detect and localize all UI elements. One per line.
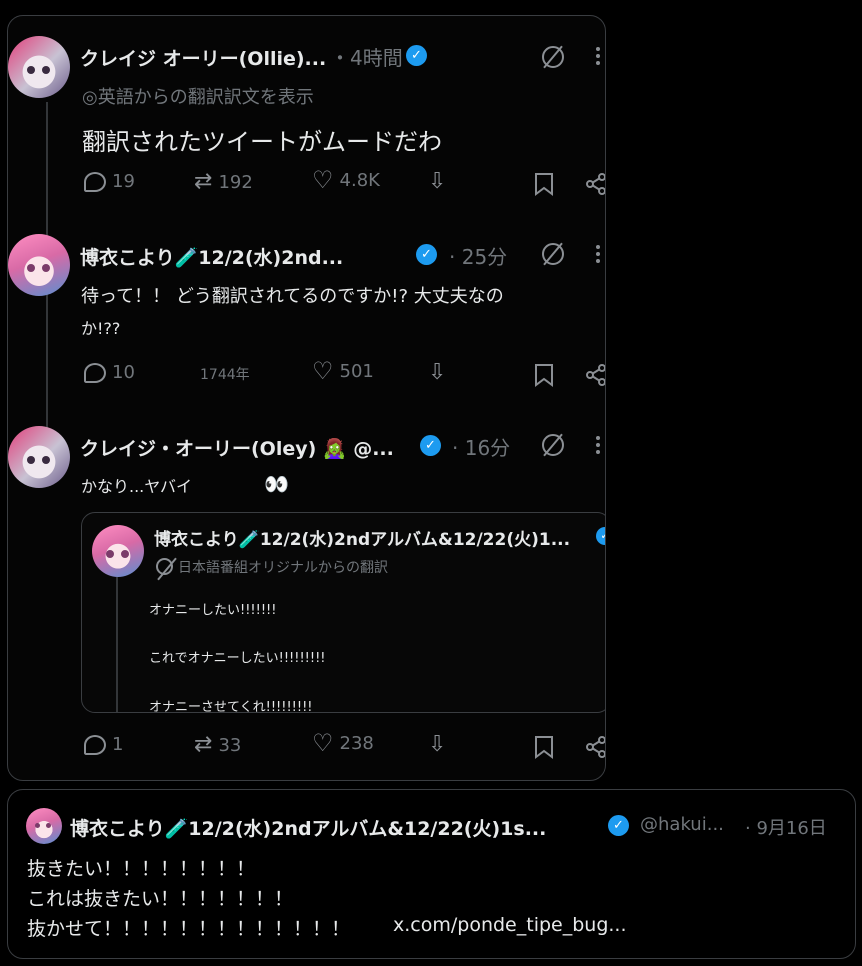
avatar[interactable] [8, 234, 70, 296]
bookmark-icon [535, 736, 553, 759]
post-text: 抜かせて！！！！！！！！！！！！！ [27, 918, 351, 940]
translated-note[interactable]: ◎英語からの翻訳訳文を表示 [82, 83, 314, 109]
like-button[interactable]: ♡ 238 [312, 729, 374, 757]
downvote-icon: ⇩ [428, 169, 447, 194]
bookmark-icon [535, 173, 553, 196]
author-name[interactable]: クレイジ オーリー(Ollie)... [80, 44, 326, 71]
share-icon [586, 364, 605, 386]
share-button[interactable] [584, 172, 605, 196]
more-options-icon[interactable] [596, 242, 602, 266]
verified-badge-icon: ✓ [596, 527, 605, 545]
reply-count: 19 [112, 171, 135, 192]
quoted-text: オナニーさせてくれ!!!!!!!!! [149, 700, 313, 713]
bookmark-button[interactable] [533, 735, 555, 759]
post-text: 翻訳されたツイートがムードだわ [82, 128, 442, 156]
downvote-icon: ⇩ [428, 732, 447, 757]
post-link[interactable]: x.com/ponde_tipe_bug... [393, 914, 627, 936]
verified-badge-icon: ✓ [420, 435, 441, 456]
post-text: 抜きたい！！！！！！！！ [27, 858, 256, 880]
downvote-icon: ⇩ [428, 360, 447, 385]
share-button[interactable] [584, 363, 605, 387]
quote-translated-note: 日本語番組オリジナルからの翻訳 [178, 560, 388, 576]
quoted-author-name: 博衣こより🧪12/2(水)2ndアルバム&12/22(火)1... [154, 530, 571, 550]
verified-badge-icon: ✓ [406, 45, 427, 66]
avatar [92, 525, 144, 577]
heart-icon: ♡ [312, 357, 334, 385]
author-name[interactable]: 博衣こより🧪12/2(水)2ndアルバム&12/22(火)1s... [70, 814, 546, 841]
reply-button[interactable]: 10 [84, 362, 135, 383]
like-count: 4.8K [339, 169, 380, 191]
like-button[interactable]: ♡ 501 [312, 357, 374, 385]
grok-icon[interactable] [542, 46, 564, 68]
post-text: これは抜きたい！！！！！！！ [27, 888, 294, 910]
avatar[interactable] [8, 426, 70, 488]
thread-card: クレイジ オーリー(Ollie)... ・4時間 ✓ ◎英語からの翻訳訳文を表示… [7, 15, 606, 781]
timestamp[interactable]: · 16分 [452, 432, 510, 461]
bookmark-icon [535, 364, 553, 387]
reply-icon [84, 362, 106, 383]
post-text: 待って！！ どう翻訳されてるのですか!? 大丈夫なの [81, 286, 504, 307]
more-options-icon[interactable] [596, 433, 602, 457]
post-text: かなり...ヤバイ [81, 477, 192, 496]
downvote-button[interactable]: ⇩ [428, 734, 446, 756]
reply-icon [84, 171, 106, 192]
downvote-button[interactable]: ⇩ [428, 362, 446, 384]
eyes-emoji: 👀 [264, 472, 289, 496]
like-count: 238 [339, 732, 374, 754]
bookmark-button[interactable] [533, 363, 555, 387]
post-text: か!?? [81, 319, 121, 338]
grok-icon[interactable] [542, 434, 564, 456]
quoted-post[interactable]: 博衣こより🧪12/2(水)2ndアルバム&12/22(火)1... ✓ 日本語番… [81, 512, 605, 713]
bookmark-button[interactable] [533, 172, 555, 196]
retweet-icon: ⇄ [194, 732, 213, 757]
reply-button[interactable]: 1 [84, 734, 123, 755]
quote-connector [116, 577, 118, 712]
heart-icon: ♡ [312, 166, 334, 194]
avatar[interactable] [26, 808, 62, 844]
retweet-button[interactable]: ⇄ 33 [194, 734, 241, 756]
heart-icon: ♡ [312, 729, 334, 757]
retweet-count: 1744年 [200, 367, 250, 383]
author-handle[interactable]: @hakui... [640, 814, 724, 835]
grok-icon[interactable] [542, 243, 564, 265]
share-icon [586, 736, 605, 758]
downvote-button[interactable]: ⇩ [428, 171, 446, 193]
verified-badge-icon: ✓ [608, 815, 629, 836]
original-post-card[interactable]: 博衣こより🧪12/2(水)2ndアルバム&12/22(火)1s... ✓ @ha… [7, 789, 856, 959]
timestamp[interactable]: ・4時間 [330, 42, 403, 71]
retweet-button[interactable]: 1744年 [200, 364, 250, 384]
quoted-text: オナニーしたい!!!!!!! [149, 603, 277, 618]
reply-icon [84, 734, 106, 755]
like-count: 501 [339, 360, 374, 382]
retweet-icon: ⇄ [194, 169, 213, 194]
reply-button[interactable]: 19 [84, 171, 135, 192]
quoted-text: これでオナニーしたい!!!!!!!!! [149, 651, 326, 666]
avatar[interactable] [8, 36, 70, 98]
retweet-button[interactable]: ⇄ 192 [194, 171, 253, 193]
more-options-icon[interactable] [596, 44, 602, 68]
author-name[interactable]: クレイジ・オーリー(Oley) 🧟‍♀️ @... [80, 434, 394, 461]
share-icon [586, 173, 605, 195]
reply-count: 10 [112, 362, 135, 383]
reply-count: 1 [112, 734, 124, 755]
retweet-count: 33 [218, 734, 242, 756]
timestamp[interactable]: · 25分 [449, 241, 507, 270]
timestamp[interactable]: · 9月16日 [745, 814, 827, 840]
like-button[interactable]: ♡ 4.8K [312, 166, 380, 194]
grok-icon [156, 558, 173, 575]
verified-badge-icon: ✓ [416, 244, 437, 265]
share-button[interactable] [584, 735, 605, 759]
author-name[interactable]: 博衣こより🧪12/2(水)2nd... [80, 243, 343, 270]
retweet-count: 192 [218, 171, 253, 193]
